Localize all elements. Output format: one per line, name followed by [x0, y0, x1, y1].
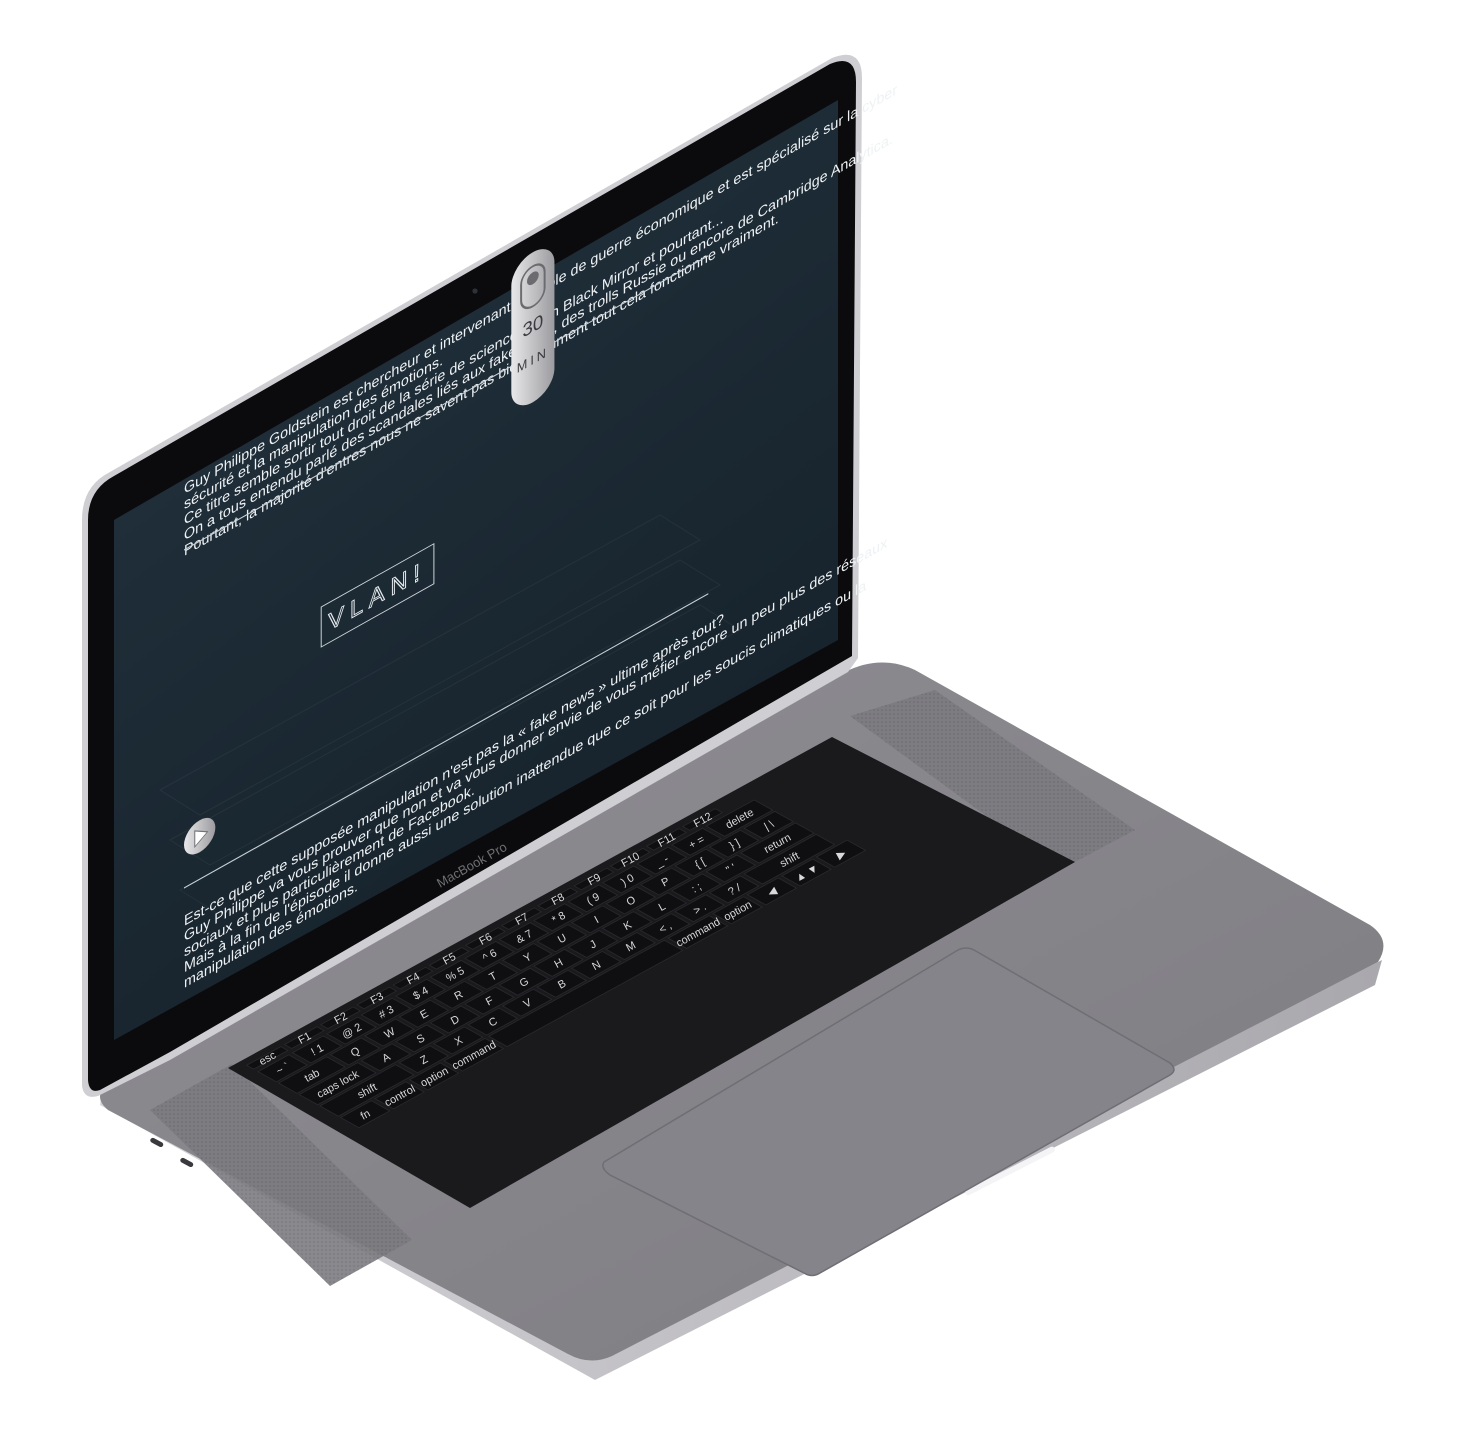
laptop-illustration: escF1F2F3F4F5F6F7F8F9F10F11F12~ `! 1@ 2#… — [82, 54, 1384, 1380]
laptop-mockup: esc F1 F2 F3 F4 F5 F6 F7 F8 F9 F10 F11 F12 ~ `! 1 @ 2 #… — [0, 0, 1463, 1449]
webcam-icon — [472, 288, 478, 294]
usb-c-port — [180, 1157, 194, 1168]
